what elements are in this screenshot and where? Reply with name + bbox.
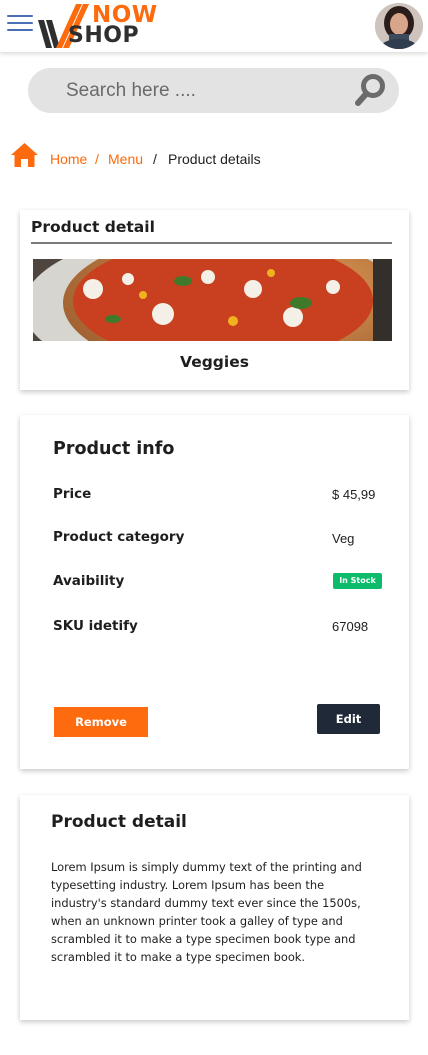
search-icon[interactable] (354, 73, 386, 107)
category-label: Product category (53, 529, 185, 545)
hamburger-menu-button[interactable] (7, 15, 33, 35)
brand-logo[interactable]: NOW SHOP (36, 2, 176, 50)
product-description-card: Product detail Lorem Ipsum is simply dum… (20, 795, 409, 1020)
search-input[interactable] (66, 77, 346, 104)
description-text: Lorem Ipsum is simply dummy text of the … (51, 860, 362, 964)
edit-button[interactable]: Edit (317, 704, 380, 734)
user-avatar[interactable] (375, 3, 423, 49)
category-value: Veg (332, 531, 355, 546)
breadcrumb-separator: / (153, 151, 157, 167)
product-info-title: Product info (53, 439, 175, 459)
remove-button[interactable]: Remove (54, 707, 148, 737)
home-icon[interactable] (10, 142, 39, 168)
price-value: $ 45,99 (332, 487, 376, 502)
app-header: NOW SHOP (0, 0, 428, 52)
breadcrumb-current: Product details (168, 151, 261, 167)
logo-text-shop: SHOP (68, 23, 140, 48)
sku-label: SKU idetify (53, 618, 138, 634)
sku-value: 67098 (332, 619, 369, 634)
product-info-card: Product info Price $ 45,99 Product categ… (20, 415, 409, 769)
breadcrumb: Home / Menu / Product details (10, 142, 330, 172)
hamburger-icon (7, 15, 33, 17)
breadcrumb-menu[interactable]: Menu (108, 151, 143, 167)
search-bar (28, 68, 399, 113)
product-name: Veggies (180, 353, 249, 371)
product-image (33, 259, 392, 341)
product-card-title: Product detail (31, 218, 155, 236)
availability-label: Avaibility (53, 573, 125, 589)
price-label: Price (53, 486, 92, 502)
product-card: Product detail Veggies (20, 210, 409, 390)
breadcrumb-home[interactable]: Home (50, 151, 87, 167)
description-title: Product detail (51, 812, 187, 832)
breadcrumb-separator: / (95, 151, 99, 167)
status-badge: In Stock (333, 573, 382, 589)
divider (31, 242, 392, 244)
